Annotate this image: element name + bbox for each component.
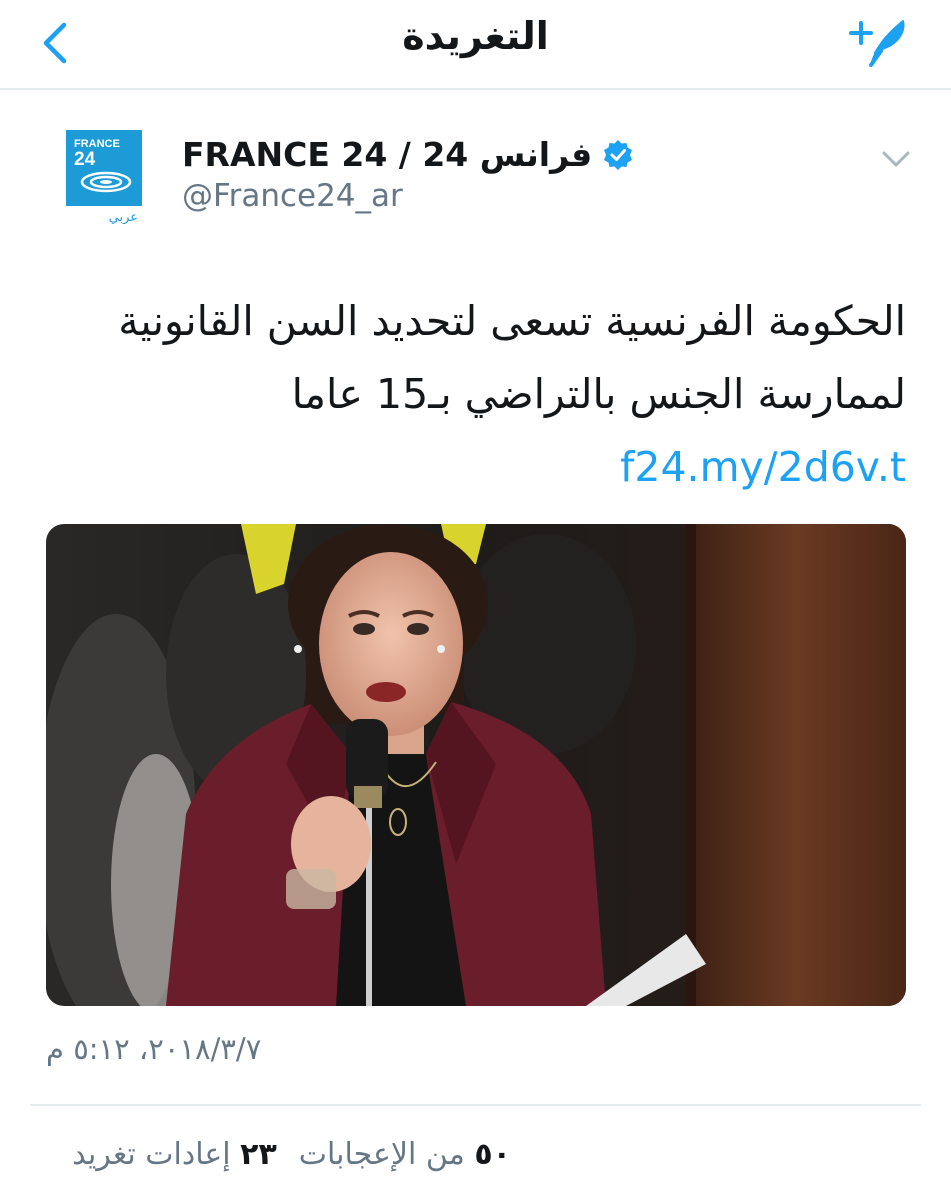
tweet-body: الحكومة الفرنسية تسعى لتحديد السن القانو… (118, 297, 906, 418)
page-title: التغريدة (402, 14, 549, 58)
retweets-label: إعادات تغريد (72, 1137, 231, 1172)
svg-text:24: 24 (74, 149, 96, 170)
likes-stat[interactable]: ٥٠ من الإعجابات (299, 1137, 511, 1172)
avatar-sub-text: عربي (109, 210, 138, 224)
display-name: FRANCE 24 / 24 فرانس (182, 135, 593, 174)
compose-tweet-button[interactable] (842, 14, 912, 70)
tweet-text: الحكومة الفرنسية تسعى لتحديد السن القانو… (60, 285, 906, 504)
retweets-stat[interactable]: ٢٣ إعادات تغريد (72, 1137, 277, 1172)
divider (30, 1104, 921, 1106)
display-name-row[interactable]: FRANCE 24 / 24 فرانس (182, 135, 634, 174)
tweet-options-button[interactable] (878, 146, 914, 172)
tweet-link[interactable]: f24.my/2d6v.t (620, 443, 906, 491)
top-bar: التغريدة (0, 0, 951, 90)
user-handle[interactable]: @France24_ar (182, 178, 403, 214)
feather-plus-icon (849, 20, 905, 67)
avatar[interactable]: FRANCE 24 عربي (66, 130, 142, 225)
likes-count: ٥٠ (474, 1137, 511, 1172)
likes-label: من الإعجابات (298, 1137, 465, 1172)
verified-badge-icon (602, 139, 634, 171)
tweet-stats: ٥٠ من الإعجابات ٢٣ إعادات تغريد (72, 1137, 511, 1172)
retweets-count: ٢٣ (240, 1137, 277, 1172)
tweet-timestamp: ٢٠١٨/٣/٧، ٥:١٢ م (46, 1032, 262, 1066)
chevron-down-icon (882, 151, 910, 167)
tweet-photo[interactable] (46, 524, 906, 1006)
